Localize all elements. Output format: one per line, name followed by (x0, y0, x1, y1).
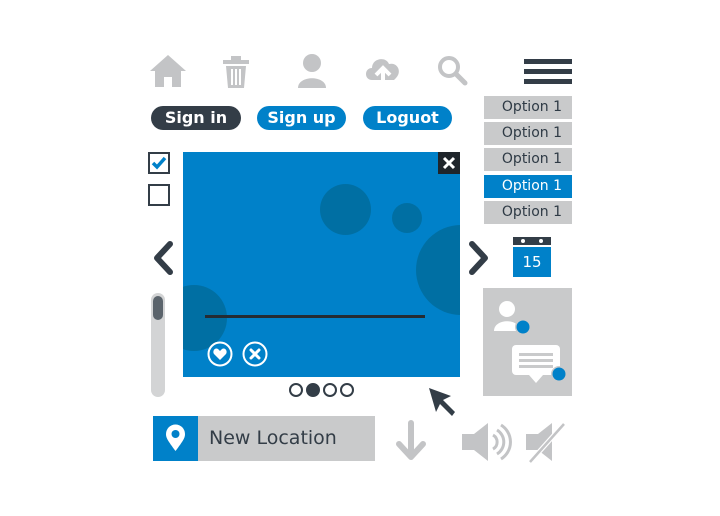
dropdown-option[interactable]: Option 1 (484, 96, 572, 119)
chevron-left-icon[interactable] (150, 240, 176, 276)
progress-line[interactable] (205, 315, 425, 318)
dropdown-option[interactable]: Option 1 (484, 122, 572, 145)
close-button[interactable] (438, 152, 460, 174)
pagination-dot[interactable] (340, 383, 354, 397)
scrollbar-track[interactable] (151, 293, 165, 397)
user-icon[interactable] (296, 53, 328, 89)
map-pin-icon (166, 424, 185, 451)
dropdown-option[interactable]: Option 1 (484, 201, 572, 224)
cursor-arrow-icon (429, 388, 455, 416)
download-arrow-icon[interactable] (394, 420, 428, 462)
dropdown-option[interactable]: Option 1 (484, 148, 572, 171)
location-field[interactable]: New Location (153, 416, 375, 461)
dismiss-icon[interactable] (242, 341, 268, 367)
scrollbar-thumb[interactable] (153, 296, 163, 320)
location-label: New Location (209, 427, 337, 449)
menu-icon[interactable] (524, 59, 572, 85)
chat-message-icon (512, 345, 567, 383)
chat-status-badge (552, 367, 566, 381)
mute-icon[interactable] (524, 420, 568, 464)
decor-circle (392, 203, 422, 233)
trash-icon[interactable] (222, 55, 250, 89)
media-panel (183, 152, 460, 377)
logout-button[interactable]: Loguot (363, 106, 452, 130)
home-icon[interactable] (148, 53, 188, 89)
volume-icon[interactable] (460, 420, 512, 464)
checkbox-checked[interactable] (148, 152, 170, 174)
pagination-dot[interactable] (289, 383, 303, 397)
sign-up-button[interactable]: Sign up (257, 106, 346, 130)
user-status-badge (516, 320, 530, 334)
check-icon (151, 156, 167, 170)
close-icon (442, 156, 456, 170)
notification-card[interactable] (483, 288, 572, 396)
decor-circle (320, 184, 371, 235)
sign-in-button[interactable]: Sign in (151, 106, 241, 130)
pagination-dot-active[interactable] (306, 383, 320, 397)
search-icon[interactable] (436, 54, 468, 86)
pagination-dot[interactable] (323, 383, 337, 397)
user-avatar-icon (494, 301, 531, 335)
checkbox-unchecked[interactable] (148, 184, 170, 206)
dropdown-option-selected[interactable]: Option 1 (484, 175, 572, 198)
heart-icon[interactable] (207, 341, 233, 367)
cloud-upload-icon[interactable] (362, 52, 404, 88)
decor-circle (416, 225, 460, 315)
chevron-right-icon[interactable] (466, 240, 492, 276)
calendar-icon[interactable]: 15 (513, 237, 551, 277)
calendar-day: 15 (513, 247, 551, 277)
